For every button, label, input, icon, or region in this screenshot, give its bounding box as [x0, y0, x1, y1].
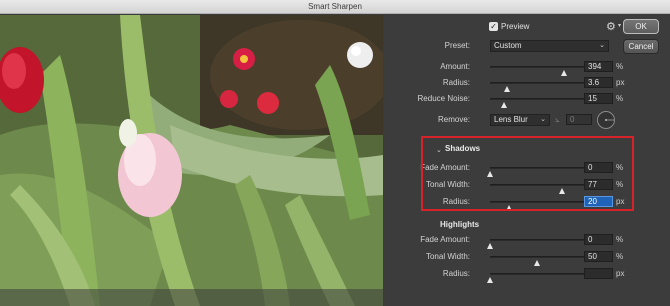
shadows-highlight-box: [421, 136, 634, 211]
highlights-title: Highlights: [440, 220, 480, 229]
radius-unit: px: [616, 78, 625, 87]
amount-unit: %: [616, 62, 624, 71]
highlights-tonal-row: Tonal Width: 50 %: [384, 250, 670, 266]
preset-label: Preset:: [444, 41, 470, 50]
radius-row: Radius: 3.6 px: [384, 76, 670, 92]
remove-row: Remove: Lens Blur ⌄ ⦣ 0: [384, 110, 670, 130]
image-preview[interactable]: [0, 15, 383, 306]
angle-dial[interactable]: [596, 110, 616, 130]
ok-button[interactable]: OK: [623, 19, 659, 34]
highlights-fade-unit: %: [616, 235, 624, 244]
radius-label: Radius:: [442, 78, 470, 87]
gear-icon[interactable]: ⚙: [606, 20, 616, 33]
highlights-tonal-label: Tonal Width:: [425, 252, 470, 261]
remove-label: Remove:: [437, 115, 470, 124]
remove-value: Lens Blur: [494, 115, 528, 124]
tulip-photo: [0, 15, 383, 306]
angle-icon: ⦣: [555, 115, 560, 124]
highlights-tonal-slider[interactable]: [490, 256, 584, 266]
angle-field[interactable]: 0: [566, 114, 592, 125]
reduce-noise-row: Reduce Noise: 15 %: [384, 92, 670, 108]
highlights-radius-row: Radius: px: [384, 267, 670, 283]
highlights-radius-slider[interactable]: [487, 273, 584, 283]
highlights-radius-label: Radius:: [442, 269, 470, 278]
amount-label: Amount:: [440, 62, 470, 71]
reduce-noise-slider[interactable]: [490, 98, 584, 108]
highlights-tonal-field[interactable]: 50: [584, 251, 613, 262]
reduce-noise-thumb[interactable]: [501, 102, 508, 108]
preview-label: Preview: [501, 22, 530, 31]
highlights-fade-slider[interactable]: [487, 239, 584, 249]
remove-select[interactable]: Lens Blur ⌄: [490, 114, 550, 126]
highlights-radius-field[interactable]: [584, 268, 613, 279]
radius-field[interactable]: 3.6: [584, 77, 613, 88]
highlights-fade-row: Fade Amount: 0 %: [384, 233, 670, 249]
preset-select[interactable]: Custom ⌄: [490, 40, 609, 52]
reduce-noise-unit: %: [616, 94, 624, 103]
preset-row: Preset: Custom ⌄: [384, 39, 670, 53]
highlights-fade-field[interactable]: 0: [584, 234, 613, 245]
window-title: Smart Sharpen: [308, 2, 362, 11]
amount-row: Amount: 394 %: [384, 60, 670, 76]
reduce-noise-label: Reduce Noise:: [417, 94, 470, 103]
preview-checkbox[interactable]: ✓: [489, 22, 498, 31]
chevron-down-icon: ⌄: [599, 42, 605, 49]
highlights-tonal-thumb[interactable]: [534, 260, 540, 266]
highlights-radius-unit: px: [616, 269, 625, 278]
radius-slider[interactable]: [490, 82, 584, 92]
amount-field[interactable]: 394: [584, 61, 613, 72]
title-bar: Smart Sharpen: [0, 0, 670, 14]
highlights-tonal-unit: %: [616, 252, 624, 261]
reduce-noise-field[interactable]: 15: [584, 93, 613, 104]
preset-value: Custom: [494, 41, 522, 50]
amount-slider[interactable]: [490, 66, 584, 76]
highlights-fade-thumb[interactable]: [487, 243, 493, 249]
chevron-down-icon[interactable]: ▾: [618, 22, 621, 29]
highlights-fade-label: Fade Amount:: [420, 235, 470, 244]
highlights-radius-thumb[interactable]: [487, 277, 493, 283]
chevron-down-icon: ⌄: [540, 116, 546, 123]
